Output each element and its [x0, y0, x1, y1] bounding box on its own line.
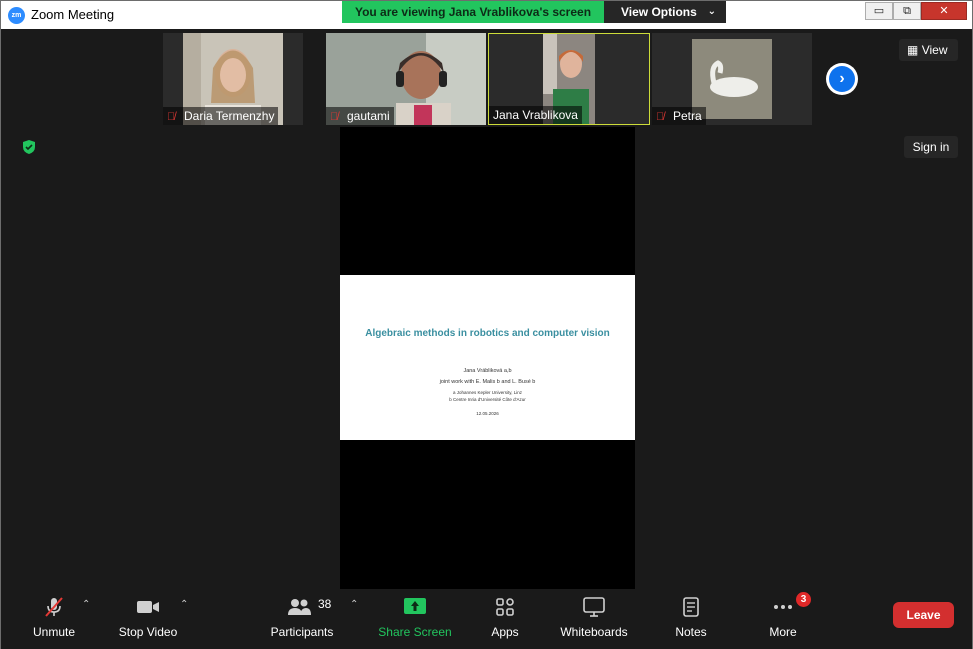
slide-author: Jana Vrábliková a,b	[463, 368, 512, 374]
view-options-button[interactable]: View Options ⌄	[604, 1, 726, 23]
participants-count: 38	[318, 597, 332, 611]
participant-name-tag: 🎙̸ Petra	[652, 107, 706, 125]
chevron-down-icon: ⌄	[707, 6, 716, 17]
notes-icon	[683, 597, 699, 617]
more-dots-icon	[774, 605, 792, 609]
window-title: Zoom Meeting	[31, 7, 115, 22]
zoom-logo-icon: zm	[8, 7, 25, 24]
unmute-button[interactable]: Unmute	[29, 595, 79, 645]
mic-muted-icon: 🎙̸	[656, 111, 665, 123]
participant-name-tag: 🎙̸ Daria Termenzhy	[163, 107, 279, 125]
view-options-label: View Options	[621, 5, 697, 19]
participant-name-tag: 🎙̸ gautami	[326, 107, 394, 125]
mic-muted-icon: 🎙̸	[167, 111, 176, 123]
whiteboards-button[interactable]: Whiteboards	[556, 595, 632, 645]
video-camera-icon	[137, 601, 159, 613]
notification-badge: 3	[796, 592, 811, 607]
leave-button[interactable]: Leave	[893, 602, 954, 628]
title-bar: zm Zoom Meeting You are viewing Jana Vra…	[1, 1, 972, 29]
apps-button[interactable]: Apps	[485, 595, 525, 645]
participant-tile-jana[interactable]: Jana Vrablikova	[488, 33, 650, 125]
unmute-options-caret[interactable]: ⌃	[82, 599, 90, 610]
presentation-slide: Algebraic methods in robotics and comput…	[340, 275, 635, 440]
participant-tile-petra[interactable]: 🎙̸ Petra	[652, 33, 812, 125]
participant-name-tag: Jana Vrablikova	[489, 106, 582, 124]
shield-icon[interactable]	[21, 139, 37, 155]
whiteboard-icon	[583, 597, 605, 617]
slide-affiliation-b: b Centre Inria d'Université Côte d'Azur	[449, 397, 526, 402]
slide-affiliation-a: a Johannes Kepler University, Linz	[453, 390, 522, 395]
zoom-window: zm Zoom Meeting You are viewing Jana Vra…	[0, 0, 973, 649]
stop-video-button[interactable]: Stop Video	[115, 595, 181, 645]
share-screen-icon	[404, 598, 426, 614]
participants-options-caret[interactable]: ⌃	[350, 599, 358, 610]
video-options-caret[interactable]: ⌃	[180, 599, 188, 610]
viewing-screen-banner: You are viewing Jana Vrablikova's screen	[342, 1, 604, 23]
participant-tile-daria[interactable]: 🎙̸ Daria Termenzhy	[163, 33, 303, 125]
close-button[interactable]: ✕	[921, 2, 967, 20]
minimize-button[interactable]: ▭	[865, 2, 893, 20]
apps-icon	[496, 598, 514, 616]
share-screen-button[interactable]: Share Screen	[378, 595, 452, 645]
participants-icon	[288, 599, 311, 615]
mic-muted-icon	[45, 597, 63, 617]
slide-joint-work: joint work with E. Malis b and L. Busé b	[439, 379, 536, 385]
mic-muted-icon: 🎙̸	[330, 111, 339, 123]
grid-icon: ▦	[907, 43, 919, 57]
chevron-right-icon: ›	[829, 66, 855, 92]
slide-date: 12.05.2026	[476, 411, 499, 416]
notes-button[interactable]: Notes	[671, 595, 711, 645]
view-layout-button[interactable]: ▦ View	[899, 39, 958, 61]
shared-screen: Algebraic methods in robotics and comput…	[340, 127, 635, 589]
sign-in-button[interactable]: Sign in	[904, 136, 958, 158]
participant-tile-gautami[interactable]: 🎙̸ gautami	[326, 33, 486, 125]
next-page-button[interactable]: ›	[826, 63, 858, 95]
slide-title: Algebraic methods in robotics and comput…	[365, 328, 610, 339]
restore-button[interactable]: ⧉	[893, 2, 921, 20]
